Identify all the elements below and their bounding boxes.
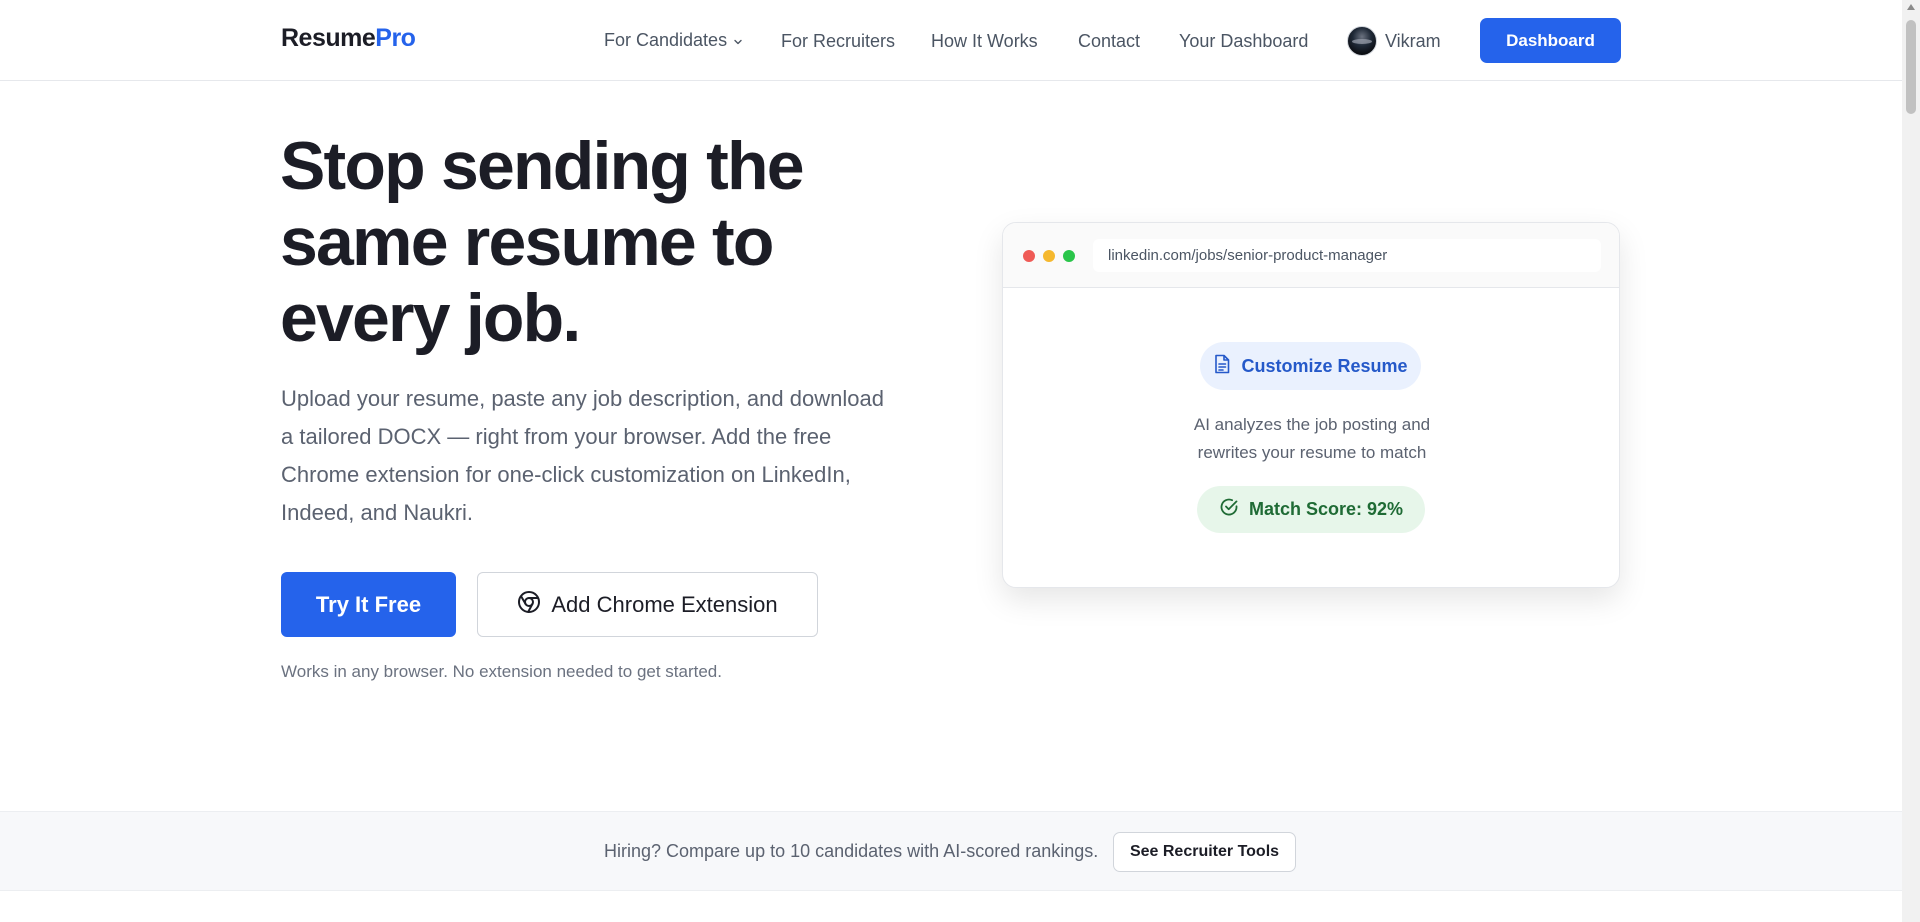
user-name: Vikram <box>1385 30 1441 51</box>
hero-title: Stop sending the same resume to every jo… <box>280 128 805 356</box>
mockup-description-line-2: rewrites your resume to match <box>1197 443 1427 462</box>
add-chrome-extension-button[interactable]: Add Chrome Extension <box>477 572 818 637</box>
page-scrollbar[interactable] <box>1902 0 1920 922</box>
browser-mockup: linkedin.com/jobs/senior-product-manager… <box>1002 222 1620 588</box>
nav-for-recruiters[interactable]: For Recruiters <box>781 31 895 52</box>
match-score-badge: Match Score: 92% <box>1197 486 1425 533</box>
user-menu[interactable]: Vikram <box>1347 25 1441 57</box>
hero-subtitle: Upload your resume, paste any job descri… <box>281 386 884 525</box>
nav-for-candidates-label: For Candidates <box>604 30 728 50</box>
site-header: ResumePro For Candidates For Recruiters … <box>0 0 1902 81</box>
mockup-description-line-1: AI analyzes the job posting and <box>1193 415 1431 434</box>
see-recruiter-tools-button[interactable]: See Recruiter Tools <box>1113 832 1296 872</box>
mockup-toolbar: linkedin.com/jobs/senior-product-manager <box>1003 223 1619 288</box>
chrome-icon <box>517 590 541 620</box>
scroll-thumb[interactable] <box>1906 20 1916 114</box>
mockup-url-bar: linkedin.com/jobs/senior-product-manager <box>1093 239 1601 272</box>
document-icon <box>1213 354 1231 379</box>
recruiter-banner-text: Hiring? Compare up to 10 candidates with… <box>604 841 1099 861</box>
window-minimize-dot <box>1043 250 1055 262</box>
logo[interactable]: ResumePro <box>281 24 416 53</box>
match-score-label: Match Score: 92% <box>1248 499 1404 519</box>
scroll-up-arrow-icon[interactable] <box>1907 4 1915 10</box>
nav-how-it-works[interactable]: How It Works <box>931 31 1038 52</box>
nav-contact[interactable]: Contact <box>1078 31 1140 52</box>
window-maximize-dot <box>1063 250 1075 262</box>
logo-accent: Pro <box>375 24 416 52</box>
logo-main: Resume <box>281 24 376 52</box>
dashboard-button[interactable]: Dashboard <box>1480 18 1621 63</box>
mockup-description: AI analyzes the job posting and rewrites… <box>1003 411 1619 467</box>
nav-for-candidates[interactable]: For Candidates <box>604 30 743 52</box>
try-it-free-button[interactable]: Try It Free <box>281 572 456 637</box>
chevron-down-icon <box>733 31 743 52</box>
nav-your-dashboard[interactable]: Your Dashboard <box>1179 31 1308 52</box>
customize-resume-label: Customize Resume <box>1241 355 1408 376</box>
window-close-dot <box>1023 250 1035 262</box>
hero-note: Works in any browser. No extension neede… <box>281 662 722 681</box>
customize-resume-pill: Customize Resume <box>1200 342 1421 390</box>
check-circle-icon <box>1219 497 1239 522</box>
avatar <box>1347 26 1377 56</box>
add-chrome-extension-label: Add Chrome Extension <box>551 591 778 617</box>
recruiter-banner: Hiring? Compare up to 10 candidates with… <box>0 811 1902 891</box>
